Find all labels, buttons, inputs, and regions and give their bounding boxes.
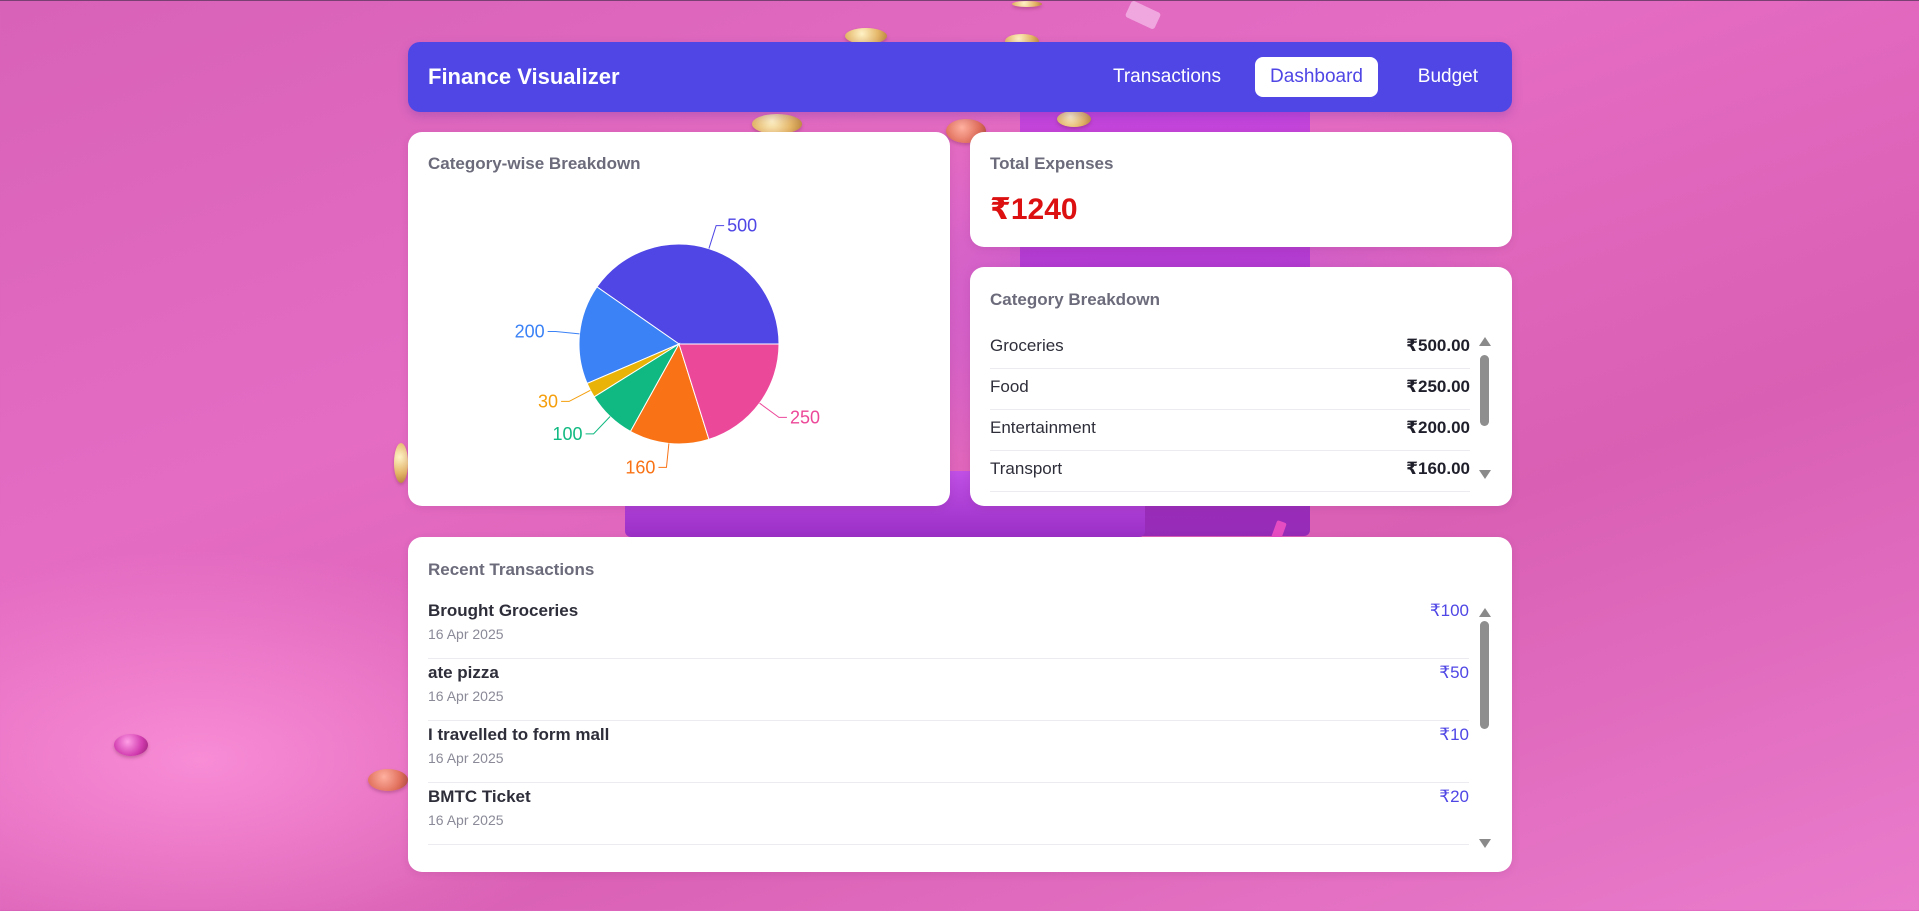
pie-label-line [708,225,725,249]
total-expenses-title: Total Expenses [990,154,1114,173]
pie-label-line [759,402,787,418]
category-row: Entertainment ₹200.00 [990,410,1470,451]
category-name: Groceries [990,336,1064,355]
nav-budget[interactable]: Budget [1403,57,1493,97]
pie-slice-label: 500 [727,216,757,236]
nav-transactions[interactable]: Transactions [1098,57,1236,97]
transaction-row[interactable]: Brought Groceries 16 Apr 2025 ₹100 [428,597,1469,659]
transaction-amount: ₹10 [1439,725,1469,744]
recent-transactions-card: Recent Transactions Brought Groceries 16… [408,537,1512,872]
nav-dashboard[interactable]: Dashboard [1255,57,1378,97]
scroll-down-arrow-icon[interactable] [1479,839,1491,848]
category-row: Food ₹250.00 [990,369,1470,410]
transaction-date: 16 Apr 2025 [428,688,504,704]
pie-slice-label: 250 [790,407,820,427]
transaction-description: I travelled to form mall [428,725,610,744]
pie-label-line [547,330,580,335]
category-name: Transport [990,459,1063,478]
transaction-amount: ₹50 [1439,663,1469,682]
category-breakdown-title: Category Breakdown [990,290,1161,309]
category-amount: ₹160.00 [1406,459,1470,478]
transaction-description: ate pizza [428,663,499,682]
category-name: Entertainment [990,418,1096,437]
category-breakdown-card: Category Breakdown Groceries ₹500.00 Foo… [970,267,1512,506]
transaction-description: Brought Groceries [428,601,579,620]
category-pie-card: Category-wise Breakdown 500 200 30 100 160 25… [408,132,950,506]
category-amount: ₹250.00 [1406,377,1470,396]
recent-transactions-title: Recent Transactions [428,560,595,579]
transaction-row[interactable]: BMTC Ticket 16 Apr 2025 ₹20 [428,783,1469,845]
top-navbar: Finance Visualizer Transactions Dashboar… [408,42,1512,112]
category-amount: ₹500.00 [1406,336,1470,355]
scrollbar-thumb[interactable] [1480,621,1489,729]
total-expenses-card: Total Expenses ₹1240 [970,132,1512,247]
pie-slice-label: 200 [515,321,545,341]
category-scrollbar[interactable] [1478,337,1492,479]
pie-label-line [585,416,611,435]
category-list: Groceries ₹500.00 Food ₹250.00 Entertain… [990,328,1470,492]
transactions-scrollbar[interactable] [1478,608,1492,848]
pie-label-line [658,443,670,468]
category-name: Food [990,377,1029,396]
scroll-up-arrow-icon[interactable] [1479,337,1491,346]
pie-label-line [561,389,591,402]
pie-slice-label: 160 [625,457,655,477]
transaction-date: 16 Apr 2025 [428,750,504,766]
transaction-date: 16 Apr 2025 [428,626,504,642]
scroll-up-arrow-icon[interactable] [1479,608,1491,617]
app-title: Finance Visualizer [428,64,620,89]
category-row: Groceries ₹500.00 [990,328,1470,369]
scroll-down-arrow-icon[interactable] [1479,470,1491,479]
transaction-amount: ₹100 [1429,601,1469,620]
transaction-list: Brought Groceries 16 Apr 2025 ₹100 ate p… [428,597,1469,845]
pie-slice-label: 100 [553,424,583,444]
total-expenses-value: ₹1240 [990,193,1078,226]
category-pie-chart: 500 200 30 100 160 250 [515,216,820,478]
transaction-amount: ₹20 [1439,787,1469,806]
scrollbar-thumb[interactable] [1480,355,1489,426]
pie-slice-label: 30 [538,391,558,411]
transaction-row[interactable]: ate pizza 16 Apr 2025 ₹50 [428,659,1469,721]
transaction-date: 16 Apr 2025 [428,812,504,828]
transaction-description: BMTC Ticket [428,787,531,806]
transaction-row[interactable]: I travelled to form mall 16 Apr 2025 ₹10 [428,721,1469,783]
category-amount: ₹200.00 [1406,418,1470,437]
category-row: Transport ₹160.00 [990,451,1470,492]
